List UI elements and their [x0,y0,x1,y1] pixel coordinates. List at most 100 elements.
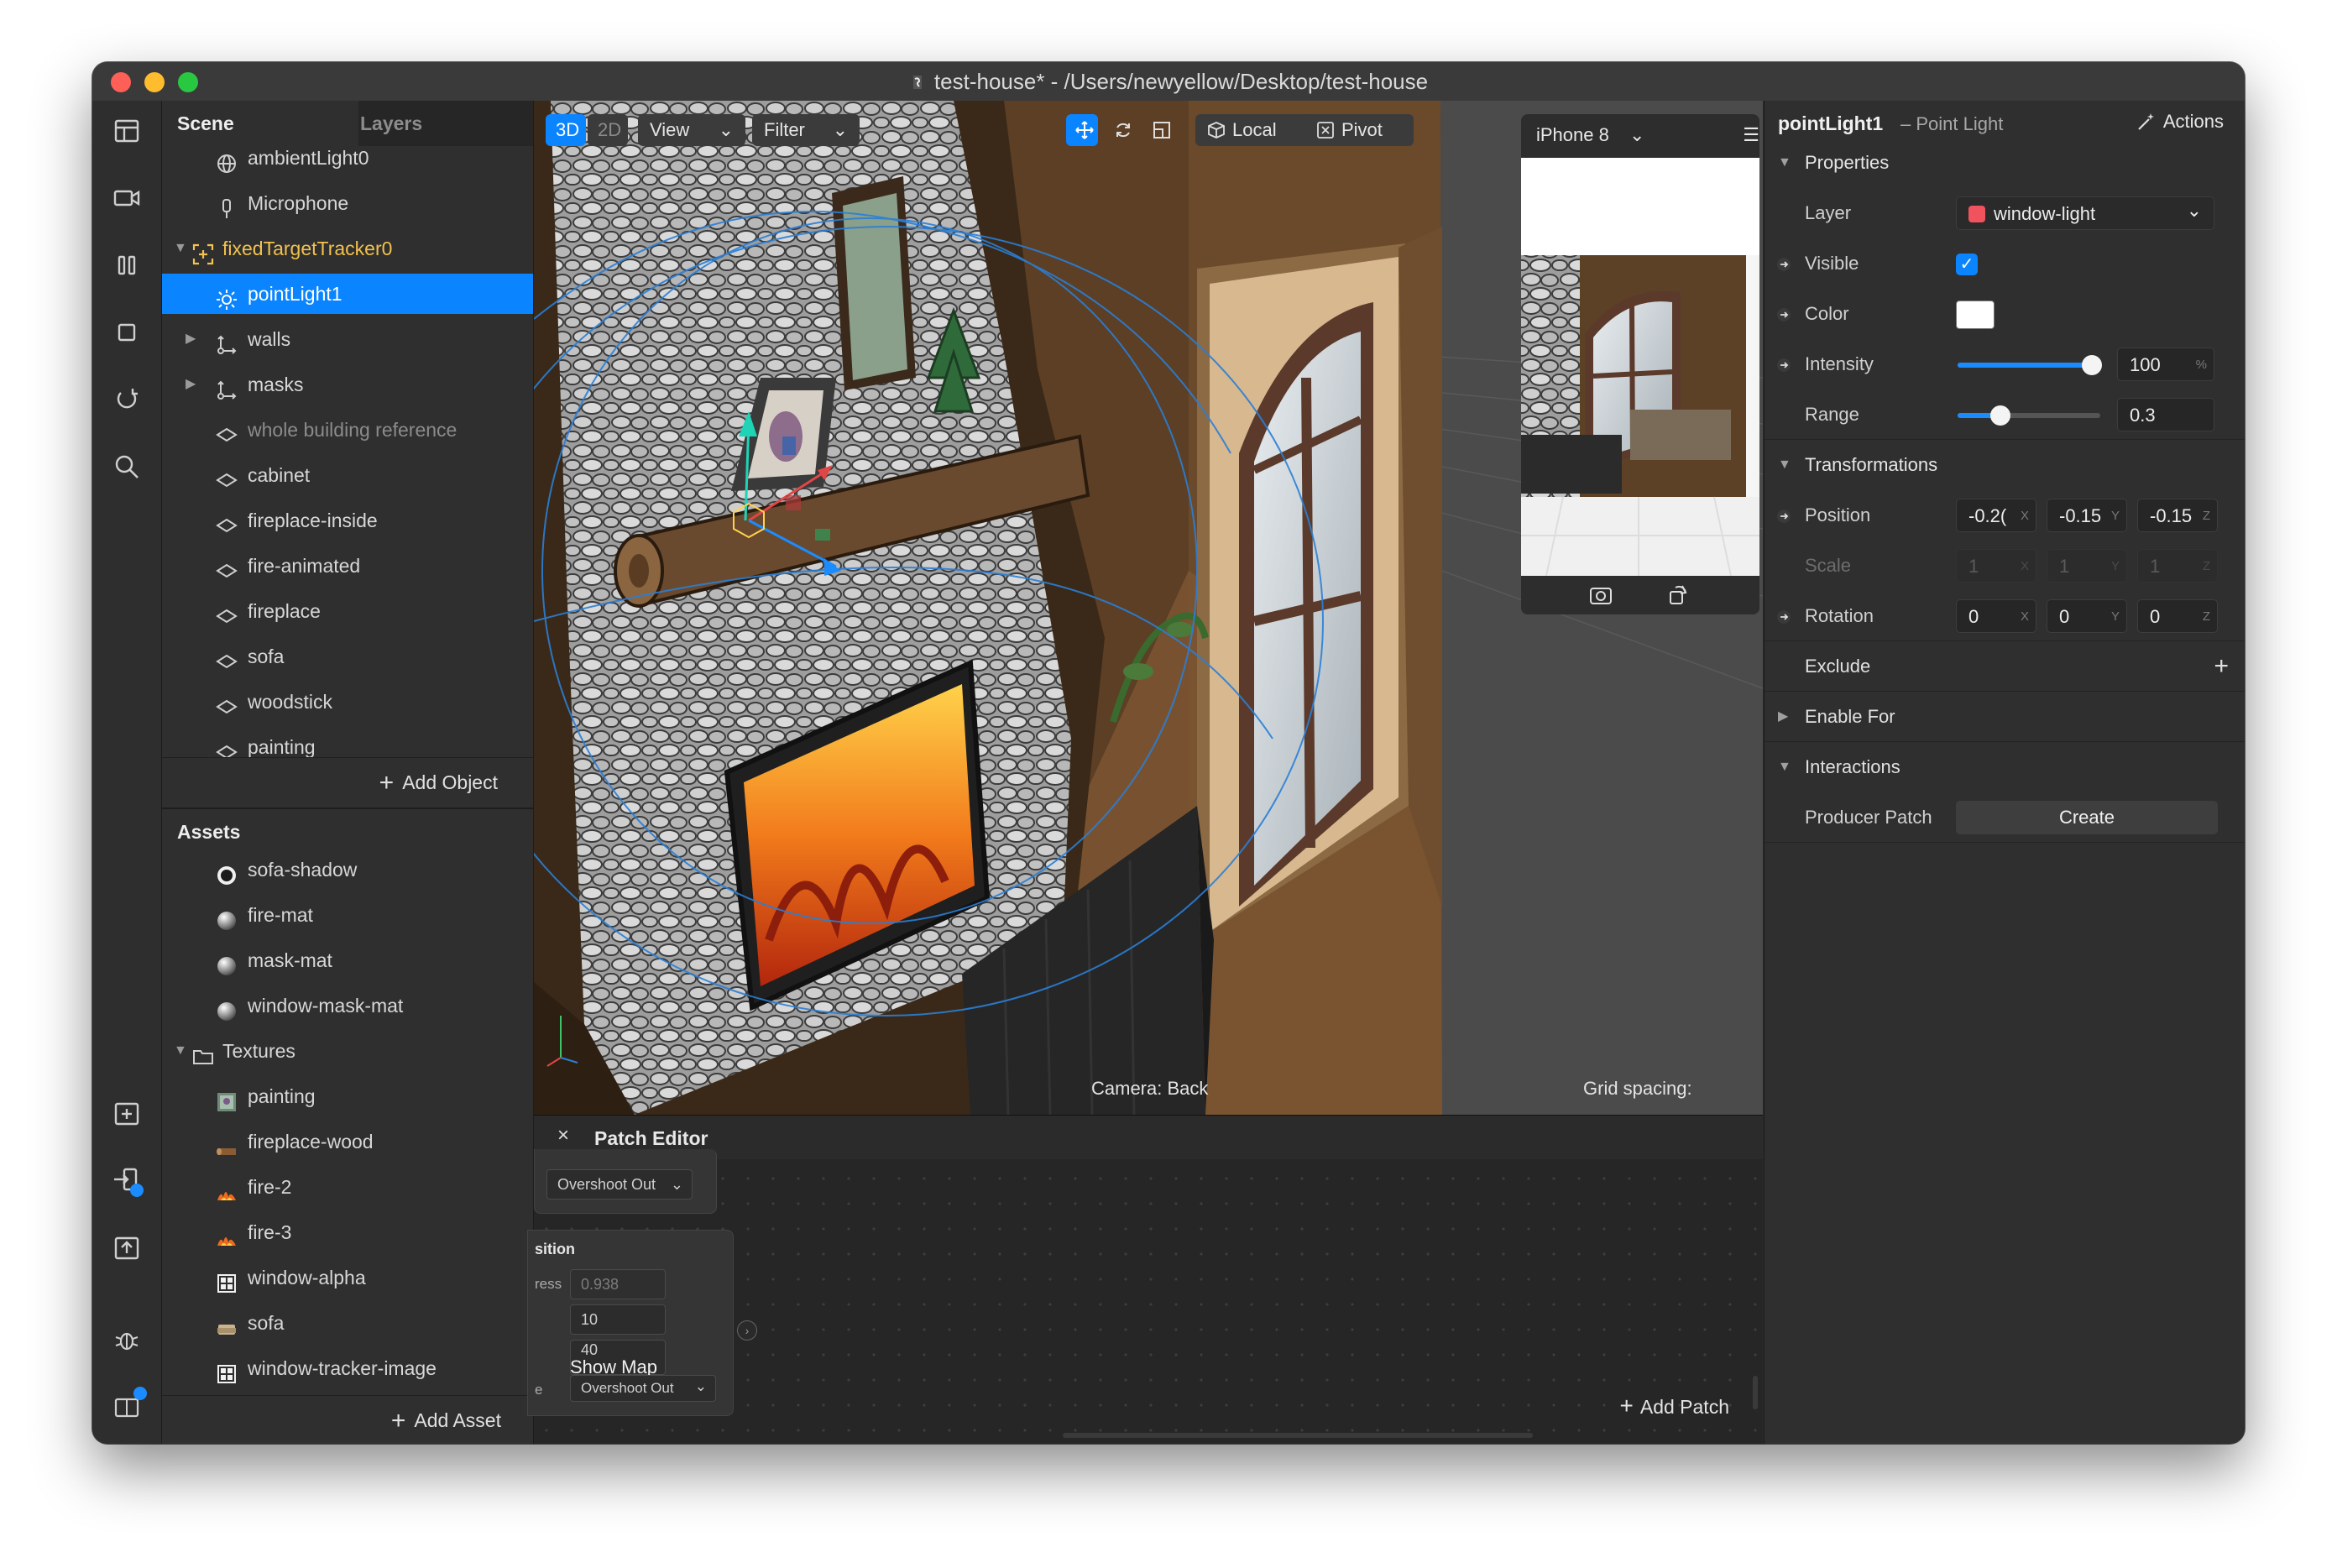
scene-tree-item[interactable]: fire-animated [162,546,533,586]
curve-dropdown[interactable]: Overshoot Out ⌄ [570,1375,716,1402]
asset-list-item[interactable]: sofa [162,1303,533,1343]
asset-list-item[interactable]: sofa-shadow [162,849,533,890]
scene-tree-item[interactable]: ▼ fixedTargetTracker0 [162,228,533,269]
restart-icon[interactable] [110,383,144,416]
scene-tree-item[interactable]: cabinet [162,455,533,495]
enable-for-section-header[interactable]: ▶ Enable For [1765,692,2245,742]
view-dropdown[interactable]: View ⌄ [638,114,745,146]
scene-tree-item[interactable]: fireplace-inside [162,500,533,541]
start-value-field[interactable]: 10 [570,1304,666,1335]
vertical-scrollbar[interactable] [1753,1376,1758,1409]
send-to-device-icon[interactable] [110,1163,144,1197]
patch-node[interactable]: Overshoot Out ⌄ [534,1149,717,1214]
asset-list-item[interactable]: window-mask-mat [162,985,533,1026]
scene-tree-item[interactable]: sofa [162,636,533,677]
interactions-section-header[interactable]: ▼ Interactions [1765,742,2245,792]
tutorials-icon[interactable] [110,1387,147,1424]
device-selector[interactable]: iPhone 8 ⌄ ☰ [1521,114,1759,156]
collapse-triangle-icon[interactable]: ▶ [186,364,196,405]
asset-list-item[interactable]: fire-3 [162,1212,533,1252]
scene-tree-item[interactable]: ▶ masks [162,364,533,405]
easing-dropdown[interactable]: Overshoot Out ⌄ [546,1169,693,1200]
mode-3d-button[interactable]: 3D [546,114,586,146]
position-z-field[interactable]: -0.15 Z [2137,499,2218,532]
scale-tool-button[interactable] [1143,114,1175,146]
pivot-button[interactable]: Pivot [1304,114,1414,146]
asset-list-item[interactable]: mask-mat [162,940,533,980]
connect-arrow-icon[interactable] [1776,307,1791,322]
scene-tree-item[interactable]: pointLight1 [162,274,533,314]
search-icon[interactable] [110,450,144,483]
scene-tree-item[interactable]: Microphone [162,183,533,223]
asset-list-item[interactable]: fire-mat [162,895,533,935]
connect-arrow-icon[interactable] [1776,609,1791,625]
patch-editor[interactable]: × Patch Editor Overshoot Out ⌄ sition re… [527,1115,1763,1444]
transformations-section-header[interactable]: ▼ Transformations [1765,440,2245,490]
color-picker-swatch[interactable] [1956,301,1995,329]
add-folder-icon[interactable] [110,1096,144,1130]
scene-tree-item[interactable]: ▶ walls [162,319,533,359]
position-y-field[interactable]: -0.15 Y [2047,499,2127,532]
bug-report-icon[interactable] [110,1323,144,1356]
asset-list-item[interactable]: window-tracker-image [162,1348,533,1388]
asset-list-item[interactable]: painting [162,1076,533,1116]
tab-scene[interactable]: Scene [162,101,358,146]
add-patch-button[interactable]: + Add Patch [1620,1393,1730,1419]
close-icon[interactable]: × [557,1124,569,1147]
connect-arrow-icon[interactable] [1776,358,1791,373]
collapse-triangle-icon[interactable]: ▶ [186,319,196,359]
asset-list-item[interactable]: ▼ Textures [162,1031,533,1071]
connect-arrow-icon[interactable] [1776,257,1791,272]
mode-2d-button[interactable]: 2D [588,114,628,146]
position-x-field[interactable]: -0.2(X [1956,499,2036,532]
transition-patch-node[interactable]: sition ress 0.938 10 40 Show Map e Overs… [527,1230,734,1416]
scene-viewport[interactable]: 3D 2D View ⌄ Filter ⌄ Local Pivot iPhone… [534,101,1763,1115]
range-field[interactable]: 0.3 [2117,398,2214,431]
add-exclude-plus-icon[interactable]: + [2214,641,2229,692]
range-slider[interactable] [1958,405,2100,426]
expand-triangle-icon[interactable]: ▼ [174,1031,187,1071]
upload-icon[interactable] [110,1231,144,1264]
intensity-field[interactable]: 100% [2117,348,2214,381]
filter-dropdown[interactable]: Filter ⌄ [752,114,860,146]
move-tool-button[interactable] [1066,114,1098,146]
add-asset-button[interactable]: + Add Asset [162,1395,533,1444]
properties-section-header[interactable]: ▼ Properties [1765,138,2245,188]
asset-list-item[interactable]: fire-2 [162,1167,533,1207]
layout-icon[interactable] [110,114,144,148]
rotation-z-field[interactable]: 0Z [2137,599,2218,633]
connect-arrow-icon[interactable] [1776,509,1791,524]
visible-checkbox[interactable]: ✓ [1956,253,1978,275]
item-label: window-mask-mat [248,995,404,1017]
tab-layers[interactable]: Layers [345,101,548,146]
progress-field[interactable]: 0.938 [570,1269,666,1299]
add-object-button[interactable]: + Add Object [162,757,533,807]
scene-tree-item[interactable]: fireplace [162,591,533,631]
range-slider-knob[interactable] [1990,405,2010,426]
scene-tree-item[interactable]: painting [162,727,533,757]
output-port[interactable]: › [737,1320,757,1341]
layer-dropdown[interactable]: window-light ⌄ [1956,196,2214,230]
stop-icon[interactable] [110,316,144,349]
rotation-y-field[interactable]: 0Y [2047,599,2127,633]
horizontal-scrollbar[interactable] [1063,1433,1533,1438]
menu-icon[interactable]: ☰ [1743,114,1759,156]
local-space-button[interactable]: Local [1195,114,1313,146]
expand-triangle-icon[interactable]: ▼ [174,228,187,269]
video-camera-icon[interactable] [110,181,144,215]
rotate-device-icon[interactable] [1665,583,1691,608]
actions-button[interactable]: Actions [2136,111,2224,133]
asset-list-item[interactable]: fireplace-wood [162,1121,533,1162]
rotation-x-field[interactable]: 0X [1956,599,2036,633]
create-patch-button[interactable]: Create [1956,801,2218,834]
rotate-tool-button[interactable] [1105,114,1137,146]
pause-icon[interactable] [110,248,144,282]
item-label: fire-3 [248,1221,292,1243]
intensity-slider[interactable] [1958,355,2102,375]
scene-tree-item[interactable]: woodstick [162,682,533,722]
scene-tree-item[interactable]: ambientLight0 [162,146,533,178]
switch-camera-icon[interactable] [1588,583,1613,608]
scene-tree-item[interactable]: whole building reference [162,410,533,450]
asset-list-item[interactable]: window-alpha [162,1257,533,1298]
intensity-slider-knob[interactable] [2082,355,2102,375]
